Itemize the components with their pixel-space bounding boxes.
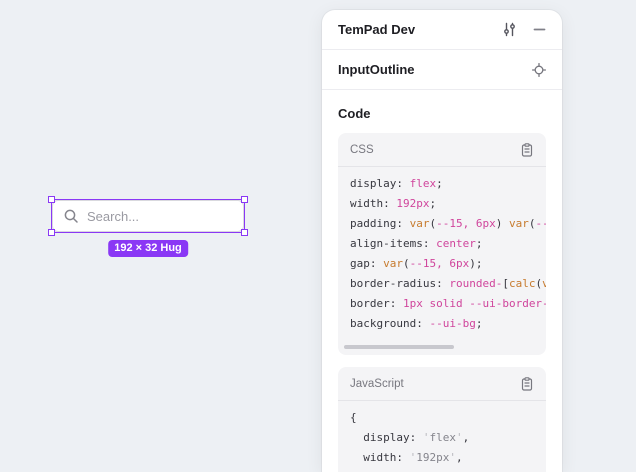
panel-header: TemPad Dev [322, 10, 562, 50]
search-input[interactable]: Search... [52, 200, 244, 232]
code-line: align-items: center; [350, 234, 534, 254]
tempad-dev-panel: TemPad Dev InputOutline C [322, 10, 562, 472]
code-line: width: '192px', [350, 448, 534, 468]
js-block-header: JavaScript [338, 367, 546, 401]
js-block-label: JavaScript [350, 378, 520, 390]
code-line: width: 192px; [350, 194, 534, 214]
code-line: background: --ui-bg; [350, 314, 534, 334]
js-code-block: JavaScript { display: 'flex', width: '19… [338, 367, 546, 472]
component-name: InputOutline [338, 62, 532, 77]
css-block-label: CSS [350, 144, 520, 156]
code-line: { [350, 408, 534, 428]
crosshair-icon[interactable] [532, 63, 546, 77]
css-code[interactable]: display: flex;width: 192px;padding: var(… [338, 167, 546, 343]
css-code-block: CSS display: flex;width: 192px;padding: … [338, 133, 546, 355]
copy-icon[interactable] [520, 143, 534, 157]
code-section-title: Code [338, 106, 546, 121]
css-block-header: CSS [338, 133, 546, 167]
search-placeholder: Search... [87, 209, 139, 224]
magnifier-icon [63, 208, 79, 224]
dimensions-badge: 192 × 32 Hug [108, 240, 188, 257]
code-line: border-radius: rounded-[calc(var(--round… [350, 274, 534, 294]
minimize-icon[interactable] [533, 23, 546, 36]
code-line: padding: var(--15, 6px) var(--15, 6px); [350, 214, 534, 234]
panel-title: TemPad Dev [338, 22, 502, 37]
selected-component[interactable]: Search... 192 × 32 Hug [52, 200, 244, 232]
code-line: display: flex; [350, 174, 534, 194]
sliders-icon[interactable] [502, 22, 517, 37]
copy-icon[interactable] [520, 377, 534, 391]
code-line: display: 'flex', [350, 428, 534, 448]
code-line: gap: var(--15, 6px); [350, 254, 534, 274]
js-code[interactable]: { display: 'flex', width: '192px', paddi… [338, 401, 546, 472]
selected-node-row: InputOutline [322, 50, 562, 90]
code-line: border: 1px solid --ui-border-color; [350, 294, 534, 314]
code-line: padding: 'var(--15, 6px) var(--15, 6px)'… [350, 468, 534, 472]
horizontal-scrollbar[interactable] [344, 345, 454, 349]
